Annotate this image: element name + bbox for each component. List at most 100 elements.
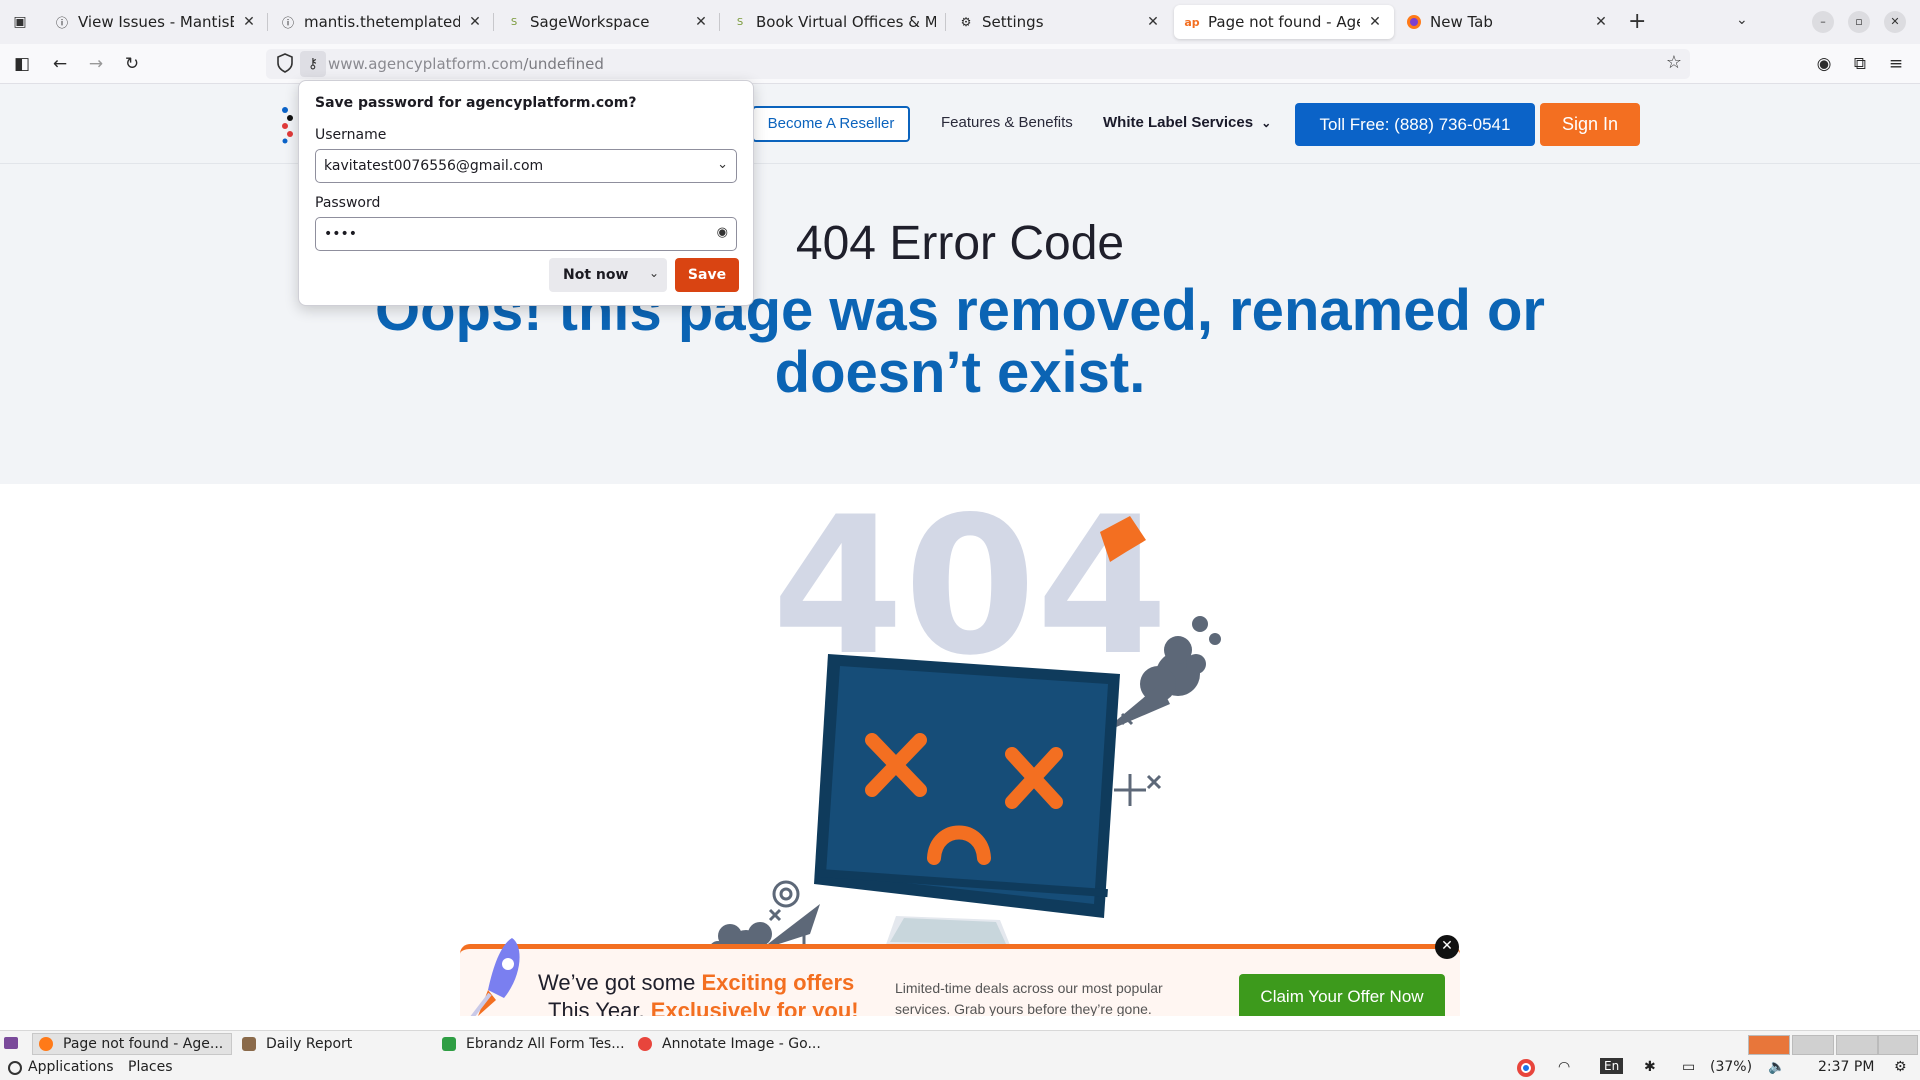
not-now-label: Not now: [563, 267, 629, 283]
taskbar-item-label: Ebrandz All Form Tes...: [466, 1036, 625, 1052]
save-password-dialog: Save password for agencyplatform.com? Us…: [298, 80, 754, 306]
sageworkspace-icon: S: [736, 16, 744, 28]
taskbar-item-label: Annotate Image - Go...: [662, 1036, 821, 1052]
nav-white-label-services[interactable]: White Label Services ⌄: [1103, 114, 1271, 131]
tab-title: View Issues - MantisBT: [78, 13, 234, 31]
show-password-eye-icon[interactable]: ◉: [717, 225, 728, 240]
settings-gear-icon[interactable]: ⚙: [1894, 1059, 1907, 1075]
spreadsheet-icon: [442, 1037, 456, 1051]
tab-new-tab[interactable]: New Tab ✕: [1396, 5, 1620, 39]
tab-separator: [267, 13, 268, 31]
address-bar[interactable]: ⚷ www.agencyplatform.com/undefined ☆: [266, 49, 1690, 79]
sign-in-button[interactable]: Sign In: [1540, 103, 1640, 146]
site-logo[interactable]: [280, 104, 294, 144]
tab-title: New Tab: [1430, 13, 1493, 31]
taskbar-item-daily-report[interactable]: Daily Report: [236, 1033, 436, 1055]
workspace-4[interactable]: [1878, 1035, 1918, 1055]
chevron-down-icon[interactable]: ⌄: [717, 157, 728, 172]
url-text[interactable]: www.agencyplatform.com/undefined: [328, 55, 604, 73]
info-icon: ⓘ: [281, 15, 294, 30]
tab-separator: [945, 13, 946, 31]
firefox-icon: [39, 1037, 53, 1051]
promo-headline-1: We’ve got some Exciting offers: [538, 970, 854, 996]
promo-description: Limited-time deals across our most popul…: [895, 980, 1163, 1016]
tab-title: SageWorkspace: [530, 13, 650, 31]
tab-title: mantis.thetemplatedemo: [304, 13, 460, 31]
taskbar-item-annotate-image[interactable]: Annotate Image - Go...: [632, 1033, 832, 1055]
firefox-icon: [1406, 14, 1422, 30]
chevron-down-icon[interactable]: ⌄: [1736, 12, 1748, 28]
become-reseller-button[interactable]: Become A Reseller: [752, 106, 910, 142]
workspace-3[interactable]: [1836, 1035, 1878, 1055]
tab-strip: ▣ ⓘ View Issues - MantisBT ✕ ⓘ mantis.th…: [0, 0, 1920, 44]
sidebar-toggle-icon[interactable]: ◧: [10, 52, 34, 76]
battery-percentage: (37%): [1710, 1059, 1753, 1075]
applications-menu[interactable]: Applications: [28, 1059, 114, 1075]
keyboard-layout-indicator[interactable]: En: [1600, 1058, 1624, 1074]
tracking-shield-icon[interactable]: [276, 53, 296, 75]
close-tab-icon[interactable]: ✕: [240, 14, 258, 30]
not-now-button[interactable]: Not now ⌄: [549, 258, 667, 292]
username-field[interactable]: kavitatest0076556@gmail.com ⌄: [315, 149, 737, 183]
bluetooth-icon[interactable]: ✱: [1644, 1059, 1656, 1075]
clock[interactable]: 2:37 PM: [1818, 1059, 1874, 1075]
wifi-icon[interactable]: ◠: [1558, 1059, 1570, 1075]
extensions-icon[interactable]: ⧉: [1848, 52, 1872, 76]
promo-line2-highlight: Exclusively for you!: [650, 998, 859, 1016]
workspace-1[interactable]: [1748, 1035, 1790, 1055]
tab-separator: [493, 13, 494, 31]
sageworkspace-icon: S: [510, 16, 518, 28]
tab-page-not-found[interactable]: ap Page not found - AgencyP ✕: [1174, 5, 1394, 39]
window-list-taskbar: Page not found - Age... Daily Report Ebr…: [0, 1030, 1920, 1056]
save-password-button[interactable]: Save: [675, 258, 739, 292]
maximize-window-icon[interactable]: ▫: [1848, 11, 1870, 33]
key-icon[interactable]: ⚷: [300, 51, 326, 77]
new-tab-plus-icon[interactable]: +: [1628, 10, 1646, 34]
chrome-tray-icon[interactable]: [1516, 1058, 1536, 1080]
tab-separator: [719, 13, 720, 31]
show-desktop-icon[interactable]: [4, 1037, 18, 1049]
url-path: /undefined: [523, 55, 604, 73]
error-code-heading: 404 Error Code: [795, 217, 1125, 270]
tab-view-issues-mantisbt[interactable]: ⓘ View Issues - MantisBT ✕: [44, 5, 268, 39]
tab-book-virtual-offices[interactable]: S Book Virtual Offices & Me: [722, 5, 946, 39]
close-tab-icon[interactable]: ✕: [692, 14, 710, 30]
battery-icon[interactable]: ▭: [1682, 1059, 1695, 1075]
tab-sageworkspace[interactable]: S SageWorkspace ✕: [496, 5, 720, 39]
toll-free-button[interactable]: Toll Free: (888) 736-0541: [1295, 103, 1535, 146]
agencyplatform-icon: ap: [1184, 15, 1200, 29]
account-icon[interactable]: ◉: [1812, 52, 1836, 76]
nav-features-benefits[interactable]: Features & Benefits: [941, 114, 1073, 131]
taskbar-item-page-not-found[interactable]: Page not found - Age...: [32, 1033, 232, 1055]
gear-icon: ⚙: [960, 15, 972, 29]
nav-white-label-label: White Label Services: [1103, 114, 1254, 131]
tab-mantis-demo[interactable]: ⓘ mantis.thetemplatedemo ✕: [270, 5, 494, 39]
url-host: www.agencyplatform.com: [328, 55, 524, 73]
close-tab-icon[interactable]: ✕: [1592, 14, 1610, 30]
back-arrow-icon[interactable]: ←: [48, 52, 72, 76]
forward-arrow-icon[interactable]: →: [84, 52, 108, 76]
close-tab-icon[interactable]: ✕: [1144, 14, 1162, 30]
hamburger-menu-icon[interactable]: ≡: [1884, 52, 1908, 76]
bookmark-star-icon[interactable]: ☆: [1666, 52, 1682, 73]
chevron-down-icon[interactable]: ⌄: [649, 266, 659, 280]
promo-headline-2: This Year, Exclusively for you!: [548, 998, 859, 1016]
volume-icon[interactable]: 🔈: [1768, 1059, 1785, 1075]
close-tab-icon[interactable]: ✕: [466, 14, 484, 30]
tab-title: Book Virtual Offices & Me: [756, 13, 936, 31]
username-value: kavitatest0076556@gmail.com: [324, 158, 544, 174]
close-window-icon[interactable]: ✕: [1884, 11, 1906, 33]
minimize-window-icon[interactable]: –: [1812, 11, 1834, 33]
tab-settings[interactable]: ⚙ Settings ✕: [948, 5, 1172, 39]
close-promo-icon[interactable]: ✕: [1435, 935, 1459, 959]
close-tab-icon[interactable]: ✕: [1366, 14, 1384, 30]
workspace-2[interactable]: [1792, 1035, 1834, 1055]
taskbar-item-ebrandz-form[interactable]: Ebrandz All Form Tes...: [436, 1033, 636, 1055]
password-field[interactable]: •••• ◉: [315, 217, 737, 251]
taskbar-item-label: Daily Report: [266, 1036, 353, 1052]
broken-computer-illustration: 404: [709, 504, 1221, 968]
reload-icon[interactable]: ↻: [120, 52, 144, 76]
claim-offer-button[interactable]: Claim Your Offer Now: [1239, 974, 1445, 1016]
list-all-tabs-icon[interactable]: ▣: [8, 10, 32, 34]
places-menu[interactable]: Places: [128, 1059, 173, 1075]
